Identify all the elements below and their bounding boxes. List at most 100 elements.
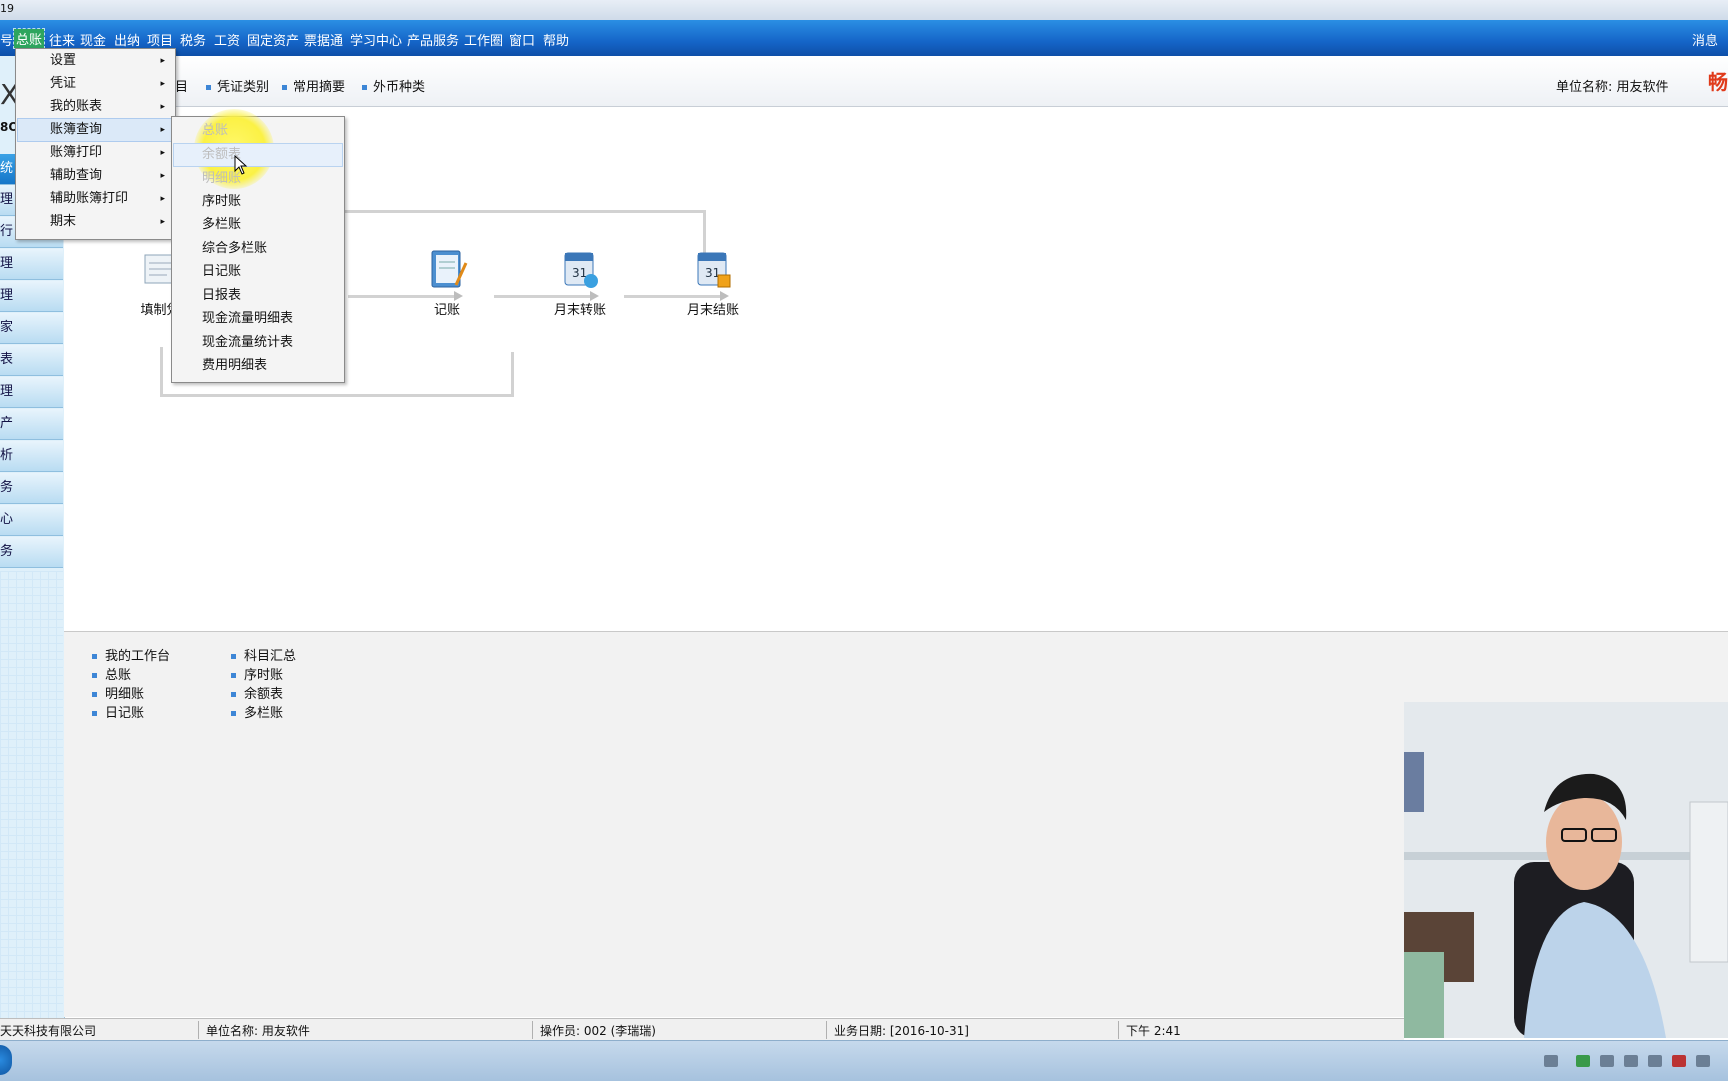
flow-node-month-close[interactable]: 31 月末结账 xyxy=(673,247,753,318)
menu-item-tax[interactable]: 税务 xyxy=(180,30,206,49)
menu-aux-query[interactable]: 辅助查询 ▸ xyxy=(18,165,173,187)
submenu-expense-detail[interactable]: 费用明细表 xyxy=(174,355,342,377)
tray-app-icon[interactable] xyxy=(1624,1055,1638,1067)
menu-item-cash[interactable]: 现金 xyxy=(80,30,106,49)
toolbar-currency[interactable]: 外币种类 xyxy=(362,76,425,95)
ledger-book-icon xyxy=(426,247,468,291)
bullet-icon xyxy=(231,654,236,659)
menu-item-label: 期末 xyxy=(50,214,77,229)
messages-link[interactable]: 消息 xyxy=(1692,30,1718,49)
menu-item-project[interactable]: 项目 xyxy=(147,30,173,49)
tray-app-icon[interactable] xyxy=(1600,1055,1614,1067)
submenu-arrow-icon: ▸ xyxy=(160,217,165,227)
status-time: 下午 2:41 xyxy=(1126,1024,1181,1038)
menu-ledger-print[interactable]: 账簿打印 ▸ xyxy=(18,142,173,164)
menu-item-cashier[interactable]: 出纳 xyxy=(114,30,140,49)
menu-item-label: 账簿打印 xyxy=(50,145,103,160)
shortcut-balance-sheet[interactable]: 余额表 xyxy=(231,683,283,702)
menu-item-general-ledger[interactable]: 总账 xyxy=(12,28,46,49)
shortcut-label: 多栏账 xyxy=(244,706,284,721)
flow-node-post[interactable]: 记账 xyxy=(407,247,487,318)
submenu-detail-ledger[interactable]: 明细账 xyxy=(174,168,342,190)
submenu-arrow-icon: ▸ xyxy=(160,148,165,158)
window-title: 19 xyxy=(0,2,14,15)
flow-node-label: 月末转账 xyxy=(553,303,606,318)
shortcut-chronological[interactable]: 序时账 xyxy=(231,664,283,683)
sidebar-item-12[interactable]: 务 xyxy=(0,537,63,568)
menu-ledger-query[interactable]: 账簿查询 ▸ xyxy=(17,118,174,142)
sidebar-item-8[interactable]: 产 xyxy=(0,409,63,440)
submenu-general-ledger[interactable]: 总账 xyxy=(174,120,342,142)
submenu-cashflow-stats[interactable]: 现金流量统计表 xyxy=(174,332,342,354)
sidebar-item-4[interactable]: 理 xyxy=(0,281,63,312)
tray-app-icon[interactable] xyxy=(1648,1055,1662,1067)
volume-icon[interactable] xyxy=(1696,1055,1710,1067)
taskbar xyxy=(0,1040,1728,1081)
status-separator xyxy=(532,1021,533,1039)
menu-period-end[interactable]: 期末 ▸ xyxy=(18,211,173,233)
bullet-icon xyxy=(231,711,236,716)
shortcut-account-summary[interactable]: 科目汇总 xyxy=(231,645,296,664)
calendar-transfer-icon: 31 xyxy=(559,247,601,291)
shortcut-label: 余额表 xyxy=(244,687,284,702)
menu-item-fixed-assets[interactable]: 固定资产 xyxy=(247,30,299,49)
status-bar: 天天科技有限公司 单位名称: 用友软件 操作员: 002 (李瑞瑞) 业务日期:… xyxy=(0,1018,1404,1041)
toolbar-common-summary[interactable]: 常用摘要 xyxy=(282,76,345,95)
menu-item-label: 辅助账簿打印 xyxy=(50,191,129,206)
toolbar-voucher-type-label: 凭证类别 xyxy=(217,80,270,95)
submenu-daily-report[interactable]: 日报表 xyxy=(174,285,342,307)
flow-line-bottom xyxy=(160,394,514,397)
sidebar-item-9[interactable]: 析 xyxy=(0,441,63,472)
webcam-overlay xyxy=(1404,702,1728,1038)
shortcut-general-ledger[interactable]: 总账 xyxy=(92,664,131,683)
menu-item-learning[interactable]: 学习中心 xyxy=(350,30,402,49)
toolbar-voucher-type[interactable]: 凭证类别 xyxy=(206,76,269,95)
shortcut-journal[interactable]: 日记账 xyxy=(92,702,144,721)
menu-item-label: 我的账表 xyxy=(50,99,103,114)
sidebar-item-5[interactable]: 家 xyxy=(0,313,63,344)
sidebar-item-3[interactable]: 理 xyxy=(0,249,63,280)
menu-item-window[interactable]: 窗口 xyxy=(509,30,535,49)
submenu-balance-sheet[interactable]: 余额表 xyxy=(173,143,343,167)
submenu-cashflow-detail[interactable]: 现金流量明细表 xyxy=(174,308,342,330)
menu-settings[interactable]: 设置 ▸ xyxy=(18,50,173,72)
submenu-chronological[interactable]: 序时账 xyxy=(174,191,342,213)
menu-item-payroll[interactable]: 工资 xyxy=(214,30,240,49)
submenu-journal[interactable]: 日记账 xyxy=(174,261,342,283)
status-separator xyxy=(826,1021,827,1039)
menu-my-reports[interactable]: 我的账表 ▸ xyxy=(18,96,173,118)
menu-item-bills[interactable]: 票据通 xyxy=(304,30,343,49)
submenu-arrow-icon: ▸ xyxy=(160,194,165,204)
start-button[interactable] xyxy=(0,1045,12,1075)
sidebar-item-10[interactable]: 务 xyxy=(0,473,63,504)
menu-item-help[interactable]: 帮助 xyxy=(543,30,569,49)
tray-app-icon[interactable] xyxy=(1576,1055,1590,1067)
sidebar-item-6[interactable]: 表 xyxy=(0,345,63,376)
network-icon[interactable] xyxy=(1672,1055,1686,1067)
sidebar-item-7[interactable]: 理 xyxy=(0,377,63,408)
sidebar-item-11[interactable]: 心 xyxy=(0,505,63,536)
menu-item-products[interactable]: 产品服务 xyxy=(407,30,459,49)
status-separator xyxy=(198,1021,199,1039)
keyboard-icon[interactable] xyxy=(1544,1055,1558,1067)
shortcut-label: 序时账 xyxy=(244,668,284,683)
shortcut-multi-column[interactable]: 多栏账 xyxy=(231,702,283,721)
submenu-arrow-icon: ▸ xyxy=(160,102,165,112)
shortcut-my-workbench[interactable]: 我的工作台 xyxy=(92,645,170,664)
menu-item-label: 设置 xyxy=(50,53,77,68)
shortcut-label: 科目汇总 xyxy=(244,649,297,664)
submenu-multi-column[interactable]: 多栏账 xyxy=(174,214,342,236)
bullet-icon xyxy=(92,692,97,697)
shortcut-detail-ledger[interactable]: 明细账 xyxy=(92,683,144,702)
menu-aux-ledger-print[interactable]: 辅助账簿打印 ▸ xyxy=(18,188,173,210)
menu-voucher[interactable]: 凭证 ▸ xyxy=(18,73,173,95)
menu-item-workcircle[interactable]: 工作圈 xyxy=(464,30,503,49)
window-title-bar: 19 xyxy=(0,0,1728,20)
submenu-arrow-icon: ▸ xyxy=(160,125,165,135)
menu-item-receivables[interactable]: 往来 xyxy=(49,30,75,49)
toolbar-item-partial[interactable]: 目 xyxy=(175,76,188,95)
flow-node-month-transfer[interactable]: 31 月末转账 xyxy=(540,247,620,318)
menu-item-0[interactable]: 号 xyxy=(0,30,13,49)
shortcut-label: 总账 xyxy=(105,668,132,683)
submenu-combined-multi-column[interactable]: 综合多栏账 xyxy=(174,238,342,260)
